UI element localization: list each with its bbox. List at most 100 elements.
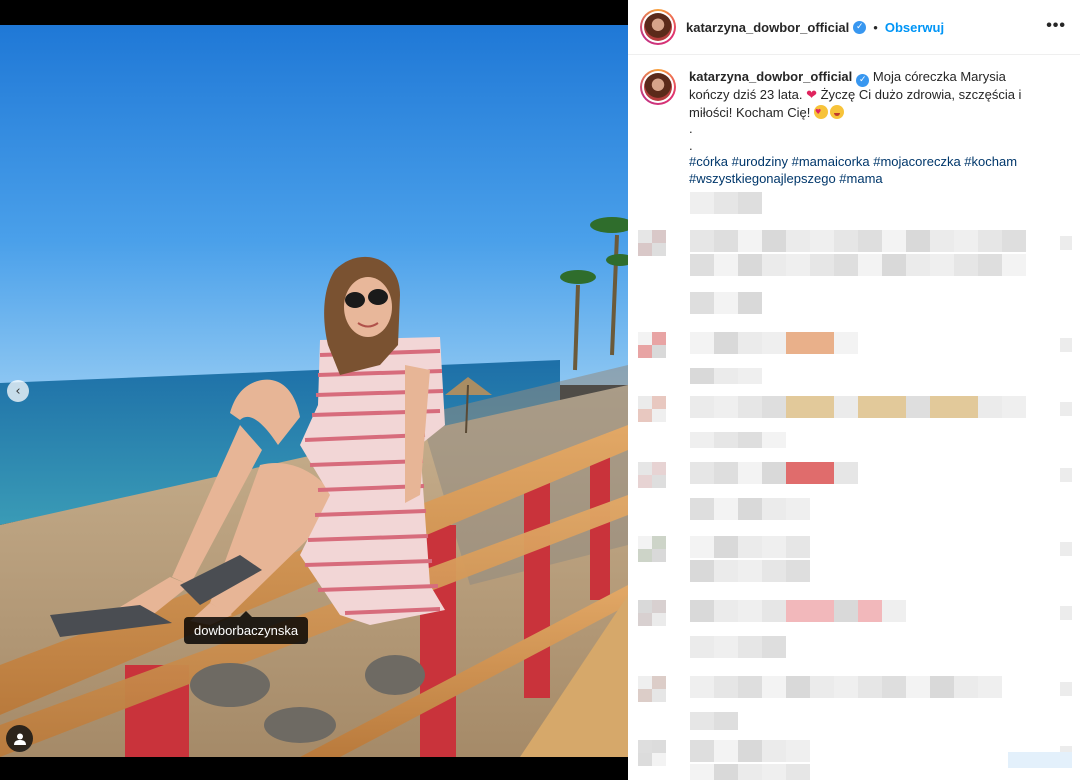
pixel-text-block [738,740,762,762]
user-tags-button[interactable] [6,725,33,752]
pixel-text-block [762,432,786,448]
pixel-text-block [1002,396,1026,418]
post-author-username[interactable]: katarzyna_dowbor_official [686,20,849,35]
pixel-like-icon[interactable] [1060,468,1072,482]
carousel-prev-button[interactable]: ‹ [7,380,29,402]
pixel-avatar-block [638,230,652,243]
pixel-text-block [762,396,786,418]
pixel-text-block [690,432,714,448]
pixel-text-block [810,600,834,622]
pixel-text-block [810,254,834,276]
more-options-icon[interactable]: ••• [1046,17,1066,35]
pixel-avatar-block [652,753,666,766]
pixel-text-block [786,600,810,622]
pixel-block-blue [1008,752,1072,768]
pixel-text-block [714,432,738,448]
post-header: katarzyna_dowbor_official ✓ • Obserwuj •… [628,0,1080,55]
pixel-text-block [978,254,1002,276]
pixel-text-block [858,254,882,276]
pixel-avatar-block [652,475,666,488]
caption-hashtags-2[interactable]: #wszystkiegonajlepszego #mama [689,171,1049,188]
post-caption: katarzyna_dowbor_official ✓ Moja córeczka… [628,55,1080,187]
pixel-avatar-block [652,549,666,562]
pixel-text-block [810,462,834,484]
pixel-text-block [810,396,834,418]
pixel-text-block [690,396,714,418]
post-photo[interactable] [0,25,628,757]
pixel-avatar-block [638,243,652,256]
pixel-text-block [858,230,882,252]
pixel-avatar-block [652,462,666,475]
pixel-text-block [690,192,714,214]
pixel-text-block [834,462,858,484]
pixel-avatar-block [652,613,666,626]
pixel-text-block [690,498,714,520]
pixel-text-block [690,230,714,252]
pixel-text-block [690,764,714,780]
pixel-text-block [810,676,834,698]
pixel-text-block [762,498,786,520]
caption-avatar[interactable] [640,69,676,105]
pixel-avatar-block [638,345,652,358]
header-separator: • [873,19,878,35]
pixel-text-block [954,254,978,276]
pixel-text-block [906,396,930,418]
pixel-like-icon[interactable] [1060,606,1072,620]
pixel-text-block [714,292,738,314]
heart-eyes-emoji-icon [814,104,828,120]
pixel-text-block [882,254,906,276]
pixel-text-block [714,230,738,252]
post-side-panel: katarzyna_dowbor_official ✓ • Obserwuj •… [628,0,1080,780]
beach-photo [0,25,628,757]
avatar[interactable] [640,9,676,45]
pixel-text-block [1002,230,1026,252]
pixel-like-icon[interactable] [1060,402,1072,416]
caption-hashtags-1[interactable]: #córka #urodziny #mamaicorka #mojacorecz… [689,154,1049,171]
pixel-text-block [810,230,834,252]
pixel-text-block [762,254,786,276]
pixel-text-block [954,230,978,252]
pixel-text-block [786,740,810,762]
pixel-text-block [714,498,738,520]
pixel-text-block [954,396,978,418]
pixel-text-block [834,600,858,622]
pixel-avatar-block [652,332,666,345]
pixel-text-block [714,192,738,214]
caption-username[interactable]: katarzyna_dowbor_official [689,69,852,84]
pixel-text-block [762,740,786,762]
verified-badge-icon: ✓ [856,74,870,87]
pixel-text-block [786,332,810,354]
pixel-text-block [738,600,762,622]
post-media-pane: ‹ dowborbaczynska [0,0,628,780]
pixel-avatar-block [652,600,666,613]
tagged-username: dowborbaczynska [194,623,299,638]
pixel-text-block [738,432,762,448]
verified-badge-icon: ✓ [853,20,867,34]
tagged-user-label[interactable]: dowborbaczynska [184,611,309,644]
pixel-text-block [738,560,762,582]
pixel-text-block [954,676,978,698]
pixel-text-block [810,332,834,354]
pixel-text-block [690,676,714,698]
pixel-text-block [738,254,762,276]
pixel-like-icon[interactable] [1060,236,1072,250]
pixel-text-block [690,636,714,658]
pixel-text-block [882,396,906,418]
pixel-text-block [714,332,738,354]
pixel-text-block [690,254,714,276]
follow-button[interactable]: Obserwuj [885,20,944,35]
pixel-text-block [882,230,906,252]
pixel-like-icon[interactable] [1060,338,1072,352]
pixel-text-block [714,368,738,384]
pixel-like-icon[interactable] [1060,682,1072,696]
pixel-text-block [738,230,762,252]
pixel-text-block [762,636,786,658]
pixel-avatar-block [638,740,652,753]
pixel-text-block [714,600,738,622]
pixel-like-icon[interactable] [1060,542,1072,556]
pixel-text-block [930,396,954,418]
pixel-avatar-block [638,332,652,345]
caption-dot-1: . [689,121,693,136]
pixel-avatar-block [638,549,652,562]
pixel-text-block [762,462,786,484]
